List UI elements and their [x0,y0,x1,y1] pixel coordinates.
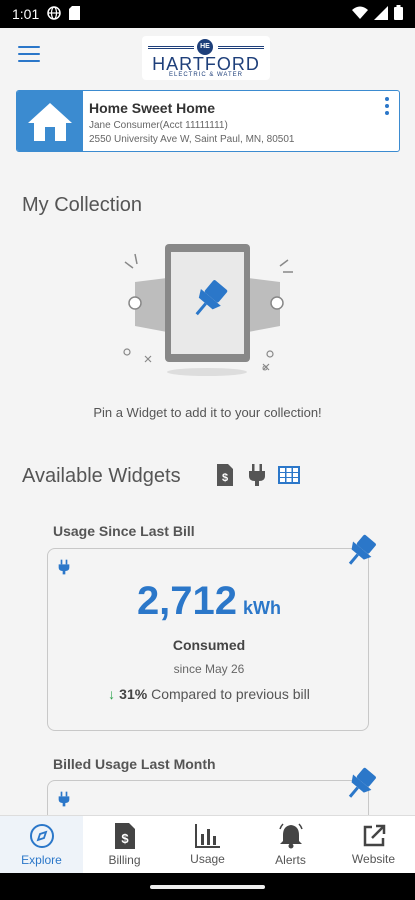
widgets-title: Available Widgets [22,465,181,487]
hamburger-menu-icon[interactable] [18,46,40,64]
bill-icon: $ [114,822,135,849]
nav-website[interactable]: Website [332,816,415,873]
battery-icon [394,5,403,23]
usage-value: 2,712 kWh [48,579,370,624]
comparison-text: ↓ 31% Compared to previous bill [48,686,370,702]
plug-icon [58,791,70,812]
collection-title: My Collection [22,194,143,216]
nav-explore-label: Explore [21,852,62,867]
grid-view-icon[interactable] [278,464,300,486]
since-date: since May 26 [173,662,245,676]
compass-icon [29,823,54,848]
status-bar: 1:01 [0,0,415,28]
down-arrow-icon: ↓ [108,686,116,702]
more-options-icon[interactable] [385,97,391,117]
account-address: 2550 University Ave W, Saint Paul, MN, 8… [89,134,295,145]
electric-filter-icon[interactable] [246,464,268,486]
app-header: HE HARTFORD ELECTRIC & WATER [0,28,415,84]
nav-alerts-label: Alerts [275,852,306,867]
logo-line-right [218,46,264,49]
nav-alerts[interactable]: Alerts [249,816,332,873]
bell-icon [278,822,303,848]
bar-chart-icon [194,823,220,848]
signal-icon [374,5,388,23]
change-description: Compared to previous bill [151,686,310,702]
usage-since-last-bill-widget[interactable]: 2,712 kWh Consumed since May 26 ↓ 31% Comp… [47,548,369,731]
nav-usage-label: Usage [190,851,225,866]
pin-widget-button[interactable] [340,534,378,577]
consumed-label: Consumed [172,637,246,653]
empty-collection-illustration [115,240,300,380]
pin-widget-button[interactable] [340,767,378,810]
usage-unit: kWh [243,598,282,618]
account-name: Home Sweet Home [89,100,216,116]
globe-icon [47,5,61,23]
sd-card-icon [69,5,81,23]
nav-billing[interactable]: $ Billing [83,816,166,873]
home-gesture-handle[interactable] [150,885,265,889]
nav-usage[interactable]: Usage [166,816,249,873]
change-percent: 31% [119,686,148,702]
widget-title-usage-since-last-bill: Usage Since Last Bill [53,523,195,539]
external-link-icon [363,824,385,846]
logo-mark: HE [197,39,213,55]
wifi-icon [352,6,368,23]
widget-filters: $ [214,464,300,486]
billing-filter-icon[interactable]: $ [214,464,236,486]
account-card[interactable]: Home Sweet Home Jane Consumer(Acct 11111… [16,90,400,152]
logo-line-left [148,46,194,49]
company-logo: HE HARTFORD ELECTRIC & WATER [142,36,270,80]
logo-subtitle: ELECTRIC & WATER [168,72,243,78]
empty-collection-message: Pin a Widget to add it to your collectio… [93,405,322,420]
svg-text:$: $ [121,831,129,846]
account-holder: Jane Consumer(Acct 11111111) [89,120,228,131]
plug-icon [58,559,70,580]
system-gesture-bar [0,873,415,900]
widget-title-billed-usage: Billed Usage Last Month [53,756,216,772]
status-time: 1:01 [12,6,40,22]
bottom-navigation: Explore $ Billing Usage Alerts Website [0,815,415,873]
nav-explore[interactable]: Explore [0,816,83,873]
nav-website-label: Website [351,851,396,866]
usage-number: 2,712 [136,579,238,623]
svg-text:$: $ [222,472,228,484]
nav-billing-label: Billing [108,852,141,867]
home-icon [17,91,83,151]
